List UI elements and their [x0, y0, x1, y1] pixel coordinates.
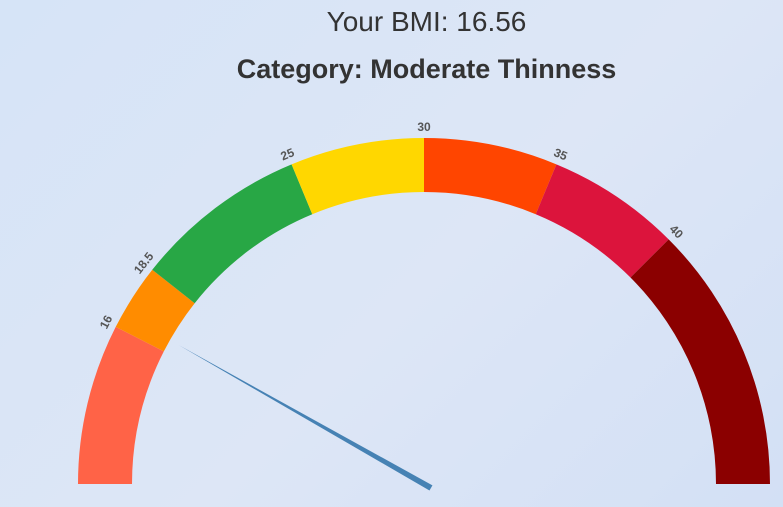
bmi-gauge: 1618.525303540	[78, 120, 770, 491]
gauge-band-3	[291, 138, 424, 215]
gauge-tick-label-4: 35	[552, 145, 570, 163]
gauge-band-0	[78, 326, 164, 484]
gauge-tick-label-2: 25	[279, 145, 297, 163]
gauge-needle-group	[178, 345, 433, 491]
gauge-tick-label-5: 40	[667, 222, 687, 242]
gauge-tick-label-0: 16	[97, 313, 116, 332]
gauge-band-6	[630, 239, 770, 484]
gauge-band-4	[424, 138, 557, 215]
gauge-bands	[78, 138, 770, 484]
gauge-band-2	[152, 164, 313, 304]
gauge-tick-label-3: 30	[417, 120, 431, 134]
gauge-needle	[178, 345, 433, 491]
